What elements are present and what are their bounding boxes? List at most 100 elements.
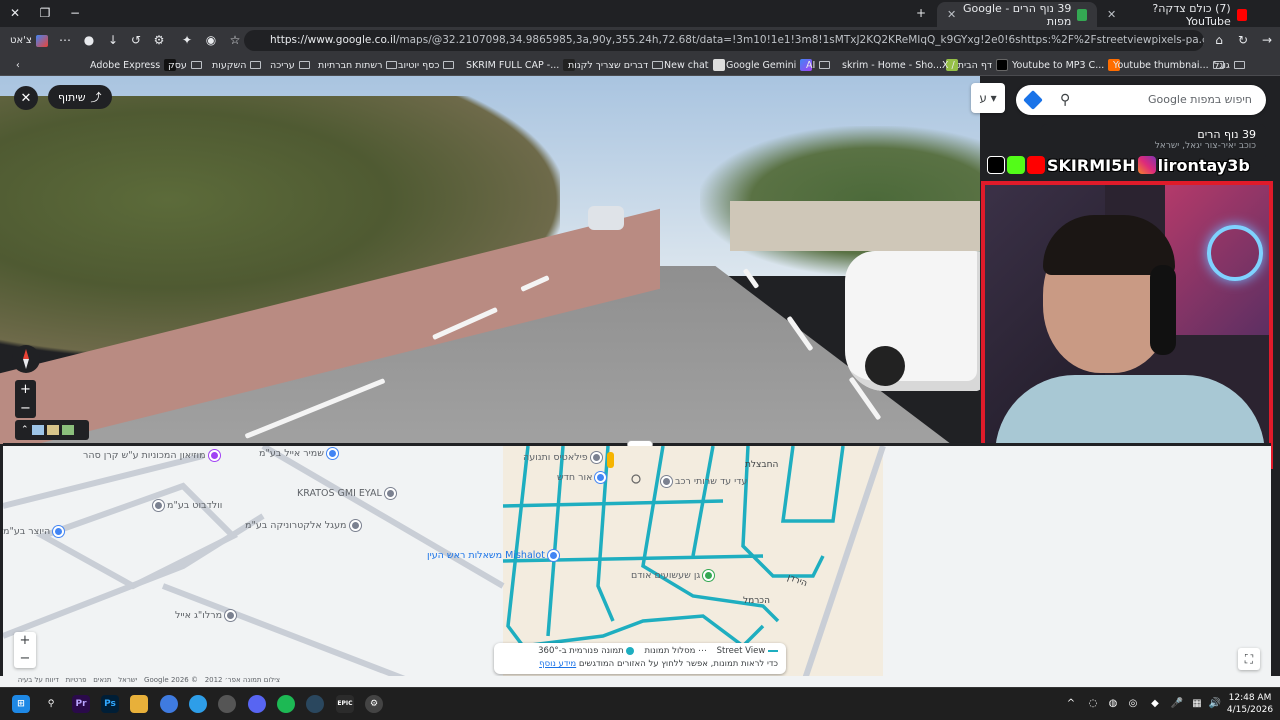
new-tab-plus-icon[interactable]: + xyxy=(910,4,932,22)
search-icon[interactable]: ⚲ xyxy=(42,695,60,713)
more-menu-icon[interactable]: ⋯ xyxy=(56,31,74,49)
history-icon[interactable]: ↺ xyxy=(127,31,145,49)
close-window-icon[interactable]: ✕ xyxy=(4,4,26,22)
folder-icon xyxy=(298,61,310,69)
app-icon[interactable] xyxy=(218,695,236,713)
bookmark-item[interactable]: AI xyxy=(806,57,831,73)
tab-google-maps[interactable]: 39 נוף הרים - Google מפות ✕ xyxy=(937,2,1097,28)
tray-chevron-icon[interactable]: ^ xyxy=(1064,697,1078,711)
country-link[interactable]: ישראל xyxy=(118,676,137,684)
chrome-icon[interactable] xyxy=(160,695,178,713)
clock-date: 4/15/2026 xyxy=(1226,705,1274,715)
zoom-in-button[interactable]: + xyxy=(15,380,36,399)
poi[interactable]: מרלו"ג אייל xyxy=(175,610,237,621)
bookmark-item[interactable]: New chat xyxy=(664,57,725,73)
compass-icon[interactable] xyxy=(12,345,40,373)
poi[interactable]: Mishalot משאלות ראש העין xyxy=(427,550,559,561)
photoshop-icon[interactable]: Ps xyxy=(101,695,119,713)
close-streetview-button[interactable]: ✕ xyxy=(14,86,38,110)
chat-button[interactable]: צ'אט xyxy=(4,30,54,51)
profile-avatar-icon[interactable]: ● xyxy=(80,31,98,49)
microphone-icon[interactable]: 🎤 xyxy=(1170,697,1184,711)
poi[interactable]: מעגל אלקטרוניקה בע"מ xyxy=(245,520,361,531)
bookmark-star-icon[interactable]: ☆ xyxy=(226,31,244,49)
bookmark-item[interactable]: Adobe Express xyxy=(90,57,177,73)
folder-icon xyxy=(386,61,398,69)
poi[interactable]: מוזיאון המכוניות ע"ש קרן סהר xyxy=(83,450,220,461)
bookmarks-overflow-icon[interactable]: ‹ xyxy=(16,57,20,73)
tray-app-icon[interactable]: ◎ xyxy=(1126,697,1140,711)
extensions-icon[interactable]: ⚙ xyxy=(150,31,168,49)
shop-pin-icon xyxy=(595,472,607,483)
poi[interactable]: גן שעשועים אודם xyxy=(631,570,715,581)
share-button[interactable]: שיתוף ⤴ xyxy=(48,85,112,109)
system-clock[interactable]: 12:48 AM 4/15/2026 xyxy=(1225,692,1275,716)
search-icon[interactable]: ⚲ xyxy=(1060,85,1070,115)
forward-icon[interactable]: → xyxy=(1258,31,1276,49)
webcam-feed xyxy=(981,181,1273,469)
reload-icon[interactable]: ↻ xyxy=(1234,31,1252,49)
network-icon[interactable]: ▦ xyxy=(1190,697,1204,711)
poi[interactable]: אור חדש xyxy=(557,472,607,483)
close-tab-icon[interactable]: ✕ xyxy=(947,8,956,21)
folder-icon[interactable] xyxy=(130,695,148,713)
tab-youtube[interactable]: (7) כולם צדקה? YouTube ✕ xyxy=(1097,2,1257,28)
directions-icon[interactable] xyxy=(1023,90,1043,110)
spotify-icon[interactable] xyxy=(277,695,295,713)
zoom-in-button[interactable]: + xyxy=(14,632,36,650)
report-link[interactable]: דיווח על בעיה xyxy=(18,676,59,684)
poi[interactable]: שמיר אייל בע"מ xyxy=(259,448,338,459)
photo-thumbnails-button[interactable]: ⌃ xyxy=(15,420,89,440)
zoom-out-button[interactable]: − xyxy=(14,650,36,668)
bookmark-item[interactable]: skrim - Home - Sho... xyxy=(842,57,958,73)
tray-app-icon[interactable]: ◍ xyxy=(1106,697,1120,711)
address-bar[interactable]: https://www.google.co.il/maps/@32.210709… xyxy=(244,30,1204,51)
street-label: הכרמל xyxy=(743,596,770,606)
vpn-icon[interactable]: ◉ xyxy=(202,31,220,49)
bookmark-item[interactable]: עסק xyxy=(168,57,202,73)
zoom-out-button[interactable]: − xyxy=(15,399,36,418)
bookmark-item[interactable]: גוגל xyxy=(1214,57,1245,73)
bookmark-item[interactable]: עריכה xyxy=(270,57,310,73)
restore-window-icon[interactable]: ❐ xyxy=(34,4,56,22)
home-icon[interactable]: ⌂ xyxy=(1210,31,1228,49)
poi[interactable]: היוצר בע"מ xyxy=(3,526,65,537)
close-tab-icon[interactable]: ✕ xyxy=(1107,8,1116,21)
bookmark-item[interactable]: Youtube to MP3 C... xyxy=(1012,57,1121,73)
bookmark-item[interactable]: SKRIM FULL CAP -... xyxy=(466,57,576,73)
bookmark-item[interactable]: Google Gemini xyxy=(726,57,813,73)
discord-icon[interactable] xyxy=(248,695,266,713)
volume-icon[interactable]: 🔊 xyxy=(1208,697,1222,711)
more-info-link[interactable]: מידע נוסף xyxy=(539,659,576,669)
windows-start-icon[interactable]: ⊞ xyxy=(12,695,30,713)
fullscreen-icon[interactable]: ⛶ xyxy=(1238,648,1260,670)
folder-icon xyxy=(250,61,262,69)
poi[interactable]: פילאטיס ותנועה xyxy=(523,452,602,463)
tray-app-icon[interactable]: ◌ xyxy=(1086,697,1100,711)
bookmark-item[interactable]: השקעות xyxy=(212,57,262,73)
puzzle-icon[interactable]: ✦ xyxy=(178,31,196,49)
bookmark-item[interactable]: דברים שצריך לקנות xyxy=(568,57,664,73)
settings-icon[interactable]: ⚙ xyxy=(365,695,383,713)
maps-search-input[interactable]: חיפוש במפות Google ⚲ xyxy=(1016,85,1266,115)
tiktok-icon xyxy=(987,156,1005,174)
poi[interactable]: KRATOS GMI EYAL xyxy=(297,488,396,499)
steam-icon[interactable] xyxy=(306,695,324,713)
street-view-panorama[interactable]: ✕ שיתוף ⤴ + − ⌃ xyxy=(0,76,980,444)
minimize-window-icon[interactable]: − xyxy=(64,4,86,22)
poi[interactable]: וולדבוט בע"מ xyxy=(153,500,222,511)
terms-link[interactable]: תנאים xyxy=(93,676,111,684)
discord-tray-icon[interactable]: ◆ xyxy=(1148,697,1162,711)
bookmark-item[interactable]: Youtube thumbnai... xyxy=(1113,57,1224,73)
poi[interactable]: עדי עד שרותי רכב xyxy=(661,476,747,487)
privacy-link[interactable]: פרטיות xyxy=(66,676,87,684)
epic-games-icon[interactable]: EPIC xyxy=(336,695,354,713)
museum-pin-icon xyxy=(208,450,220,461)
premiere-icon[interactable]: Pr xyxy=(72,695,90,713)
bookmark-item[interactable]: כסף יוטיוב xyxy=(398,57,455,73)
browser-active-icon[interactable] xyxy=(189,695,207,713)
input-language-button[interactable]: ע ▾ xyxy=(971,83,1005,113)
bookmark-item[interactable]: X / דף הבית xyxy=(942,57,1009,73)
download-icon[interactable]: ↓ xyxy=(104,31,122,49)
bookmark-item[interactable]: רשתות חברתיות xyxy=(318,57,398,73)
